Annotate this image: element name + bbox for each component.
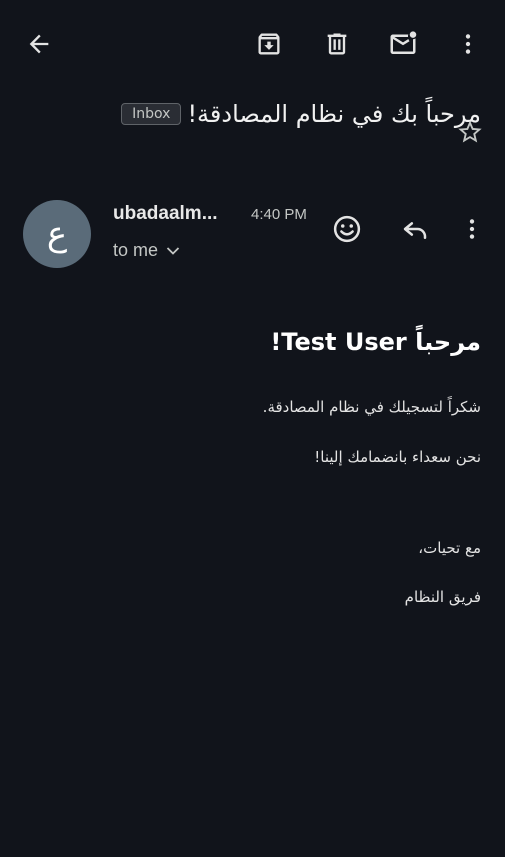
- body-signoff: مع تحيات،: [418, 539, 481, 557]
- emoji-icon: [333, 215, 361, 243]
- sender-avatar[interactable]: ع: [23, 200, 91, 268]
- reply-icon: [403, 222, 427, 239]
- mark-unread-icon: [390, 31, 417, 54]
- recipient-details-toggle[interactable]: to me: [113, 240, 180, 261]
- body-paragraph: شكراً لتسجيلك في نظام المصادقة.: [262, 398, 481, 416]
- archive-button[interactable]: [249, 24, 289, 64]
- sender-name[interactable]: ubadaalm...: [113, 203, 218, 225]
- delete-button[interactable]: [317, 24, 357, 64]
- mark-unread-button[interactable]: [383, 24, 423, 64]
- arrow-back-icon: [29, 34, 49, 54]
- inbox-label-badge[interactable]: Inbox: [121, 103, 182, 125]
- chevron-down-icon: [166, 246, 180, 256]
- back-button[interactable]: [19, 24, 59, 64]
- subject-row: Inbox مرحباً بك في نظام المصادقة!: [121, 100, 481, 128]
- star-outline-icon: [458, 120, 482, 143]
- body-paragraph: نحن سعداء بانضمامك إلينا!: [314, 448, 481, 466]
- more-options-button[interactable]: [448, 24, 488, 64]
- more-vert-icon: [469, 219, 475, 239]
- star-button[interactable]: [450, 112, 490, 152]
- email-subject: مرحباً بك في نظام المصادقة!: [187, 100, 481, 128]
- email-view: Inbox مرحباً بك في نظام المصادقة! ع ubad…: [0, 0, 505, 857]
- body-greeting: مرحباً Test User!: [270, 328, 481, 356]
- add-reaction-button[interactable]: [327, 209, 367, 249]
- trash-icon: [327, 33, 347, 55]
- more-vert-icon: [465, 34, 471, 54]
- archive-icon: [258, 33, 280, 55]
- body-signature: فريق النظام: [404, 588, 481, 606]
- message-time: 4:40 PM: [251, 206, 307, 223]
- email-body: مرحباً Test User! شكراً لتسجيلك في نظام …: [24, 322, 481, 606]
- message-more-options-button[interactable]: [452, 209, 492, 249]
- reply-button[interactable]: [395, 209, 435, 249]
- recipient-label: to me: [113, 240, 159, 260]
